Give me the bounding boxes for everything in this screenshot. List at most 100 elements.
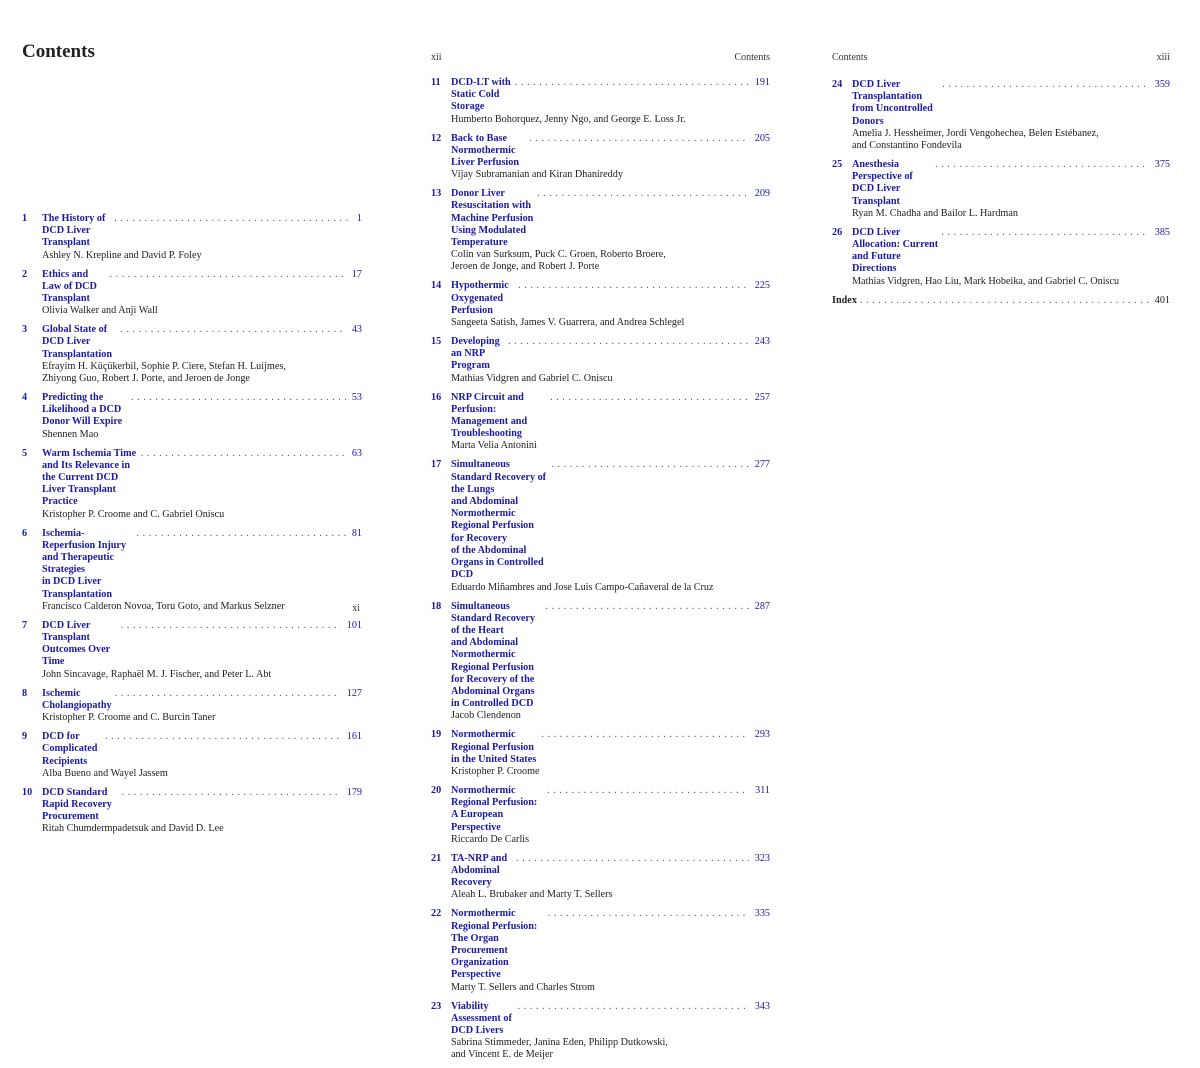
toc-page-left: Contents 1 The History of DCD Liver Trans… — [22, 0, 362, 834]
toc-entry: 14 Hypothermic Oxygenated Perfusion 225 San… — [431, 280, 770, 329]
chapter-page-link[interactable]: 191 — [755, 77, 770, 89]
chapter-page-link[interactable]: 385 — [1155, 227, 1170, 239]
index-link[interactable]: Index — [832, 295, 857, 307]
chapter-title-link[interactable]: Simultaneous Standard Recovery of the He… — [451, 601, 542, 711]
chapter-number: 16 — [431, 391, 442, 403]
running-header-title: Contents — [734, 52, 770, 63]
chapter-authors: Kristopher P. Croome and C. Gabriel Onis… — [42, 508, 225, 520]
chapter-title-link[interactable]: DCD Liver Transplant Outcomes Over Time — [42, 620, 118, 669]
running-header: Contents xiii — [832, 52, 1170, 64]
chapter-authors: Kristopher P. Croome — [451, 765, 540, 777]
chapter-authors: Mathias Vidgren and Gabriel C. Oniscu — [451, 372, 613, 384]
chapter-page-link[interactable]: 293 — [755, 729, 770, 741]
chapter-title-link[interactable]: Global State of DCD Liver Transplantatio… — [42, 324, 117, 361]
chapter-title-link[interactable]: Ischemic Cholangiopathy — [42, 688, 112, 712]
dot-leader — [547, 785, 749, 797]
chapter-title-link[interactable]: Donor Liver Resuscitation with Machine P… — [451, 188, 534, 249]
chapter-title-link[interactable]: Warm Ischemia Time and Its Relevance in … — [42, 448, 138, 509]
chapter-page-link[interactable]: 335 — [755, 908, 770, 920]
toc-entry: 17 Simultaneous Standard Recovery of the … — [431, 459, 770, 593]
toc-entry: 23 Viability Assessment of DCD Livers 343 S… — [431, 1001, 770, 1062]
chapter-page-link[interactable]: 359 — [1155, 79, 1170, 91]
chapter-title-link[interactable]: Viability Assessment of DCD Livers — [451, 1001, 515, 1038]
page-number-text: xi — [352, 603, 360, 614]
chapter-title-link[interactable]: Normothermic Regional Perfusion in the U… — [451, 729, 538, 766]
running-header-page-number: xii — [431, 52, 442, 63]
chapter-number: 8 — [22, 687, 28, 699]
chapter-page-link[interactable]: 43 — [352, 324, 362, 336]
toc-title-row: Back to Base Normothermic Liver Perfusio… — [451, 133, 770, 170]
toc-list-left: 1 The History of DCD Liver Transplant 1 Ash… — [22, 213, 362, 842]
chapter-page-link[interactable]: 161 — [347, 731, 362, 743]
toc-title-row: DCD for Complicated Recipients 161 — [42, 731, 362, 768]
chapter-title-link[interactable]: DCD-LT with Static Cold Storage — [451, 77, 512, 114]
chapter-title-link[interactable]: Simultaneous Standard Recovery of the Lu… — [451, 459, 548, 581]
chapter-page-link[interactable]: 323 — [755, 853, 770, 865]
toc-entry: 7 DCD Liver Transplant Outcomes Over Time… — [22, 620, 362, 681]
chapter-page-link[interactable]: 53 — [352, 392, 362, 404]
toc-title-row: Ischemia-Reperfusion Injury and Therapeu… — [42, 528, 362, 601]
index-entry: Index 401 — [832, 295, 1170, 307]
chapter-authors: Marty T. Sellers and Charles Strom — [451, 981, 595, 993]
toc-entry: 25 Anesthesia Perspective of DCD Liver Tr… — [832, 159, 1170, 220]
dot-leader — [860, 295, 1149, 307]
chapter-page-link[interactable]: 127 — [347, 688, 362, 700]
chapter-title-link[interactable]: DCD for Complicated Recipients — [42, 731, 102, 768]
chapter-title-link[interactable]: Predicting the Likelihood a DCD Donor Wi… — [42, 392, 128, 429]
toc-title-row: Predicting the Likelihood a DCD Donor Wi… — [42, 392, 362, 429]
chapter-authors: Efrayim H. Küçükerbil, Sophie P. Ciere, … — [42, 360, 286, 385]
chapter-title-link[interactable]: Developing an NRP Program — [451, 336, 505, 373]
toc-entry: 20 Normothermic Regional Perfusion: A Eur… — [431, 785, 770, 846]
chapter-title-link[interactable]: The History of DCD Liver Transplant — [42, 213, 111, 250]
page-title: Contents — [22, 41, 95, 62]
chapter-title-link[interactable]: Normothermic Regional Perfusion: A Europ… — [451, 785, 544, 834]
chapter-page-link[interactable]: 17 — [352, 269, 362, 281]
chapter-page-link[interactable]: 63 — [352, 448, 362, 460]
chapter-title-link[interactable]: TA-NRP and Abdominal Recovery — [451, 853, 513, 890]
dot-leader — [137, 528, 346, 540]
chapter-title-link[interactable]: Hypothermic Oxygenated Perfusion — [451, 280, 515, 317]
chapter-page-link[interactable]: 209 — [755, 188, 770, 200]
toc-entry: 15 Developing an NRP Program 243 Mathias Vi… — [431, 336, 770, 385]
toc-entry: 26 DCD Liver Allocation: Current and Futu… — [832, 227, 1170, 288]
chapter-title-link[interactable]: DCD Liver Allocation: Current and Future… — [852, 227, 938, 276]
chapter-title-link[interactable]: DCD Standard Rapid Recovery Procurement — [42, 787, 119, 824]
chapter-page-link[interactable]: 277 — [755, 459, 770, 471]
chapter-page-link[interactable]: 205 — [755, 133, 770, 145]
chapter-page-link[interactable]: 311 — [755, 785, 770, 797]
toc-entry: 24 DCD Liver Transplantation from Uncontr… — [832, 79, 1170, 152]
chapter-title-link[interactable]: Anesthesia Perspective of DCD Liver Tran… — [852, 159, 932, 208]
chapter-title-link[interactable]: Ethics and Law of DCD Transplant — [42, 269, 107, 306]
chapter-page-link[interactable]: 243 — [755, 336, 770, 348]
chapter-number: 11 — [431, 77, 441, 88]
chapter-page-link[interactable]: 101 — [347, 620, 362, 632]
chapter-title-link[interactable]: Ischemia-Reperfusion Injury and Therapeu… — [42, 528, 134, 601]
toc-entry: 22 Normothermic Regional Perfusion: The O… — [431, 908, 770, 993]
chapter-number: 15 — [431, 336, 442, 348]
running-header-title: Contents — [832, 52, 868, 63]
chapter-authors: Ashley N. Krepline and David P. Foley — [42, 249, 202, 261]
chapter-authors: Eduardo Miñambres and Jose Luis Campo-Ca… — [451, 581, 714, 593]
index-page-link[interactable]: 401 — [1155, 295, 1170, 307]
toc-title-row: TA-NRP and Abdominal Recovery 323 — [451, 853, 770, 890]
chapter-page-link[interactable]: 343 — [755, 1001, 770, 1013]
dot-leader — [516, 853, 749, 865]
dot-leader — [515, 77, 749, 89]
chapter-page-link[interactable]: 1 — [357, 213, 362, 225]
dot-leader — [508, 336, 749, 348]
chapter-title-link[interactable]: DCD Liver Transplantation from Uncontrol… — [852, 79, 939, 128]
toc-entry: 19 Normothermic Regional Perfusion in the… — [431, 729, 770, 778]
chapter-title-link[interactable]: Back to Base Normothermic Liver Perfusio… — [451, 133, 526, 170]
chapter-page-link[interactable]: 375 — [1155, 159, 1170, 171]
chapter-page-link[interactable]: 287 — [755, 601, 770, 613]
chapter-page-link[interactable]: 225 — [755, 280, 770, 292]
chapter-title-link[interactable]: NRP Circuit and Perfusion: Management an… — [451, 392, 547, 441]
toc-list-middle: 11 DCD-LT with Static Cold Storage 191 Humb… — [431, 77, 770, 1068]
chapter-page-link[interactable]: 81 — [352, 528, 362, 540]
chapter-page-link[interactable]: 179 — [347, 787, 362, 799]
chapter-title-link[interactable]: Normothermic Regional Perfusion: The Org… — [451, 908, 545, 981]
chapter-page-link[interactable]: 257 — [755, 392, 770, 404]
running-header: xii Contents — [431, 52, 770, 64]
chapter-authors: Kristopher P. Croome and C. Burcin Taner — [42, 712, 216, 724]
dot-leader — [110, 269, 346, 281]
